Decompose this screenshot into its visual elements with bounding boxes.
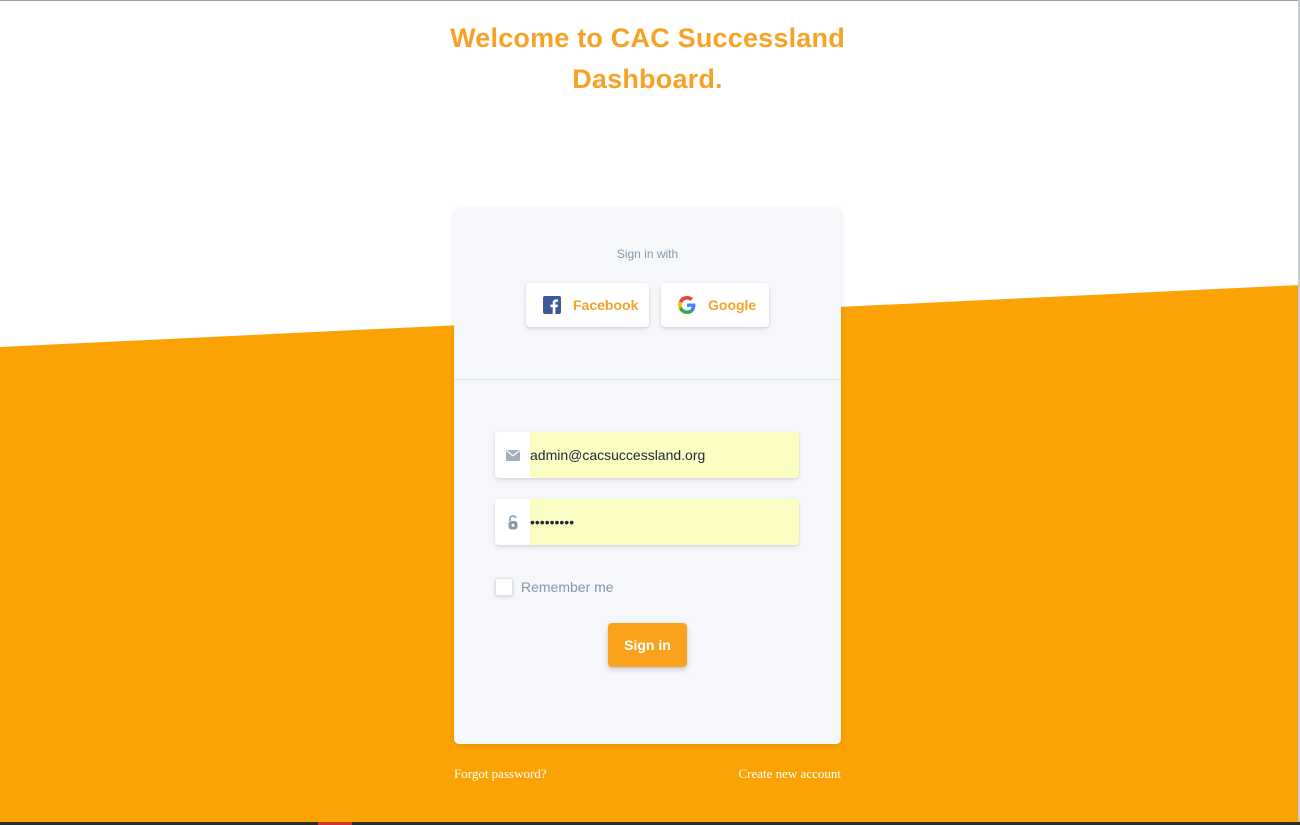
sign-in-button[interactable]: Sign in <box>608 623 687 667</box>
create-account-link[interactable]: Create new account <box>738 766 841 782</box>
remember-me-label[interactable]: Remember me <box>521 579 614 595</box>
sign-in-with-label: Sign in with <box>616 247 679 261</box>
password-input[interactable] <box>530 499 799 545</box>
google-button[interactable]: Google <box>661 283 769 327</box>
forgot-password-link[interactable]: Forgot password? <box>454 766 547 782</box>
lock-icon <box>495 499 530 545</box>
email-input-group <box>495 432 799 478</box>
page-title: Welcome to CAC Successland Dashboard. <box>450 23 845 94</box>
password-input-group <box>495 499 799 545</box>
remember-me-checkbox[interactable] <box>495 578 513 596</box>
google-icon <box>678 296 696 314</box>
google-button-label: Google <box>708 297 757 313</box>
login-card: Sign in with Facebook Google admin@cacsu… <box>454 209 841 744</box>
envelope-icon <box>495 432 530 478</box>
remember-me-row[interactable]: Remember me <box>495 578 614 596</box>
facebook-icon <box>543 296 561 314</box>
facebook-button[interactable]: Facebook <box>526 283 649 327</box>
envelope-icon-shape <box>505 449 520 461</box>
email-input[interactable] <box>530 432 799 478</box>
lock-icon-shape <box>508 514 517 529</box>
social-login-section: Sign in with Facebook Google <box>454 209 841 380</box>
facebook-button-label: Facebook <box>573 297 639 313</box>
